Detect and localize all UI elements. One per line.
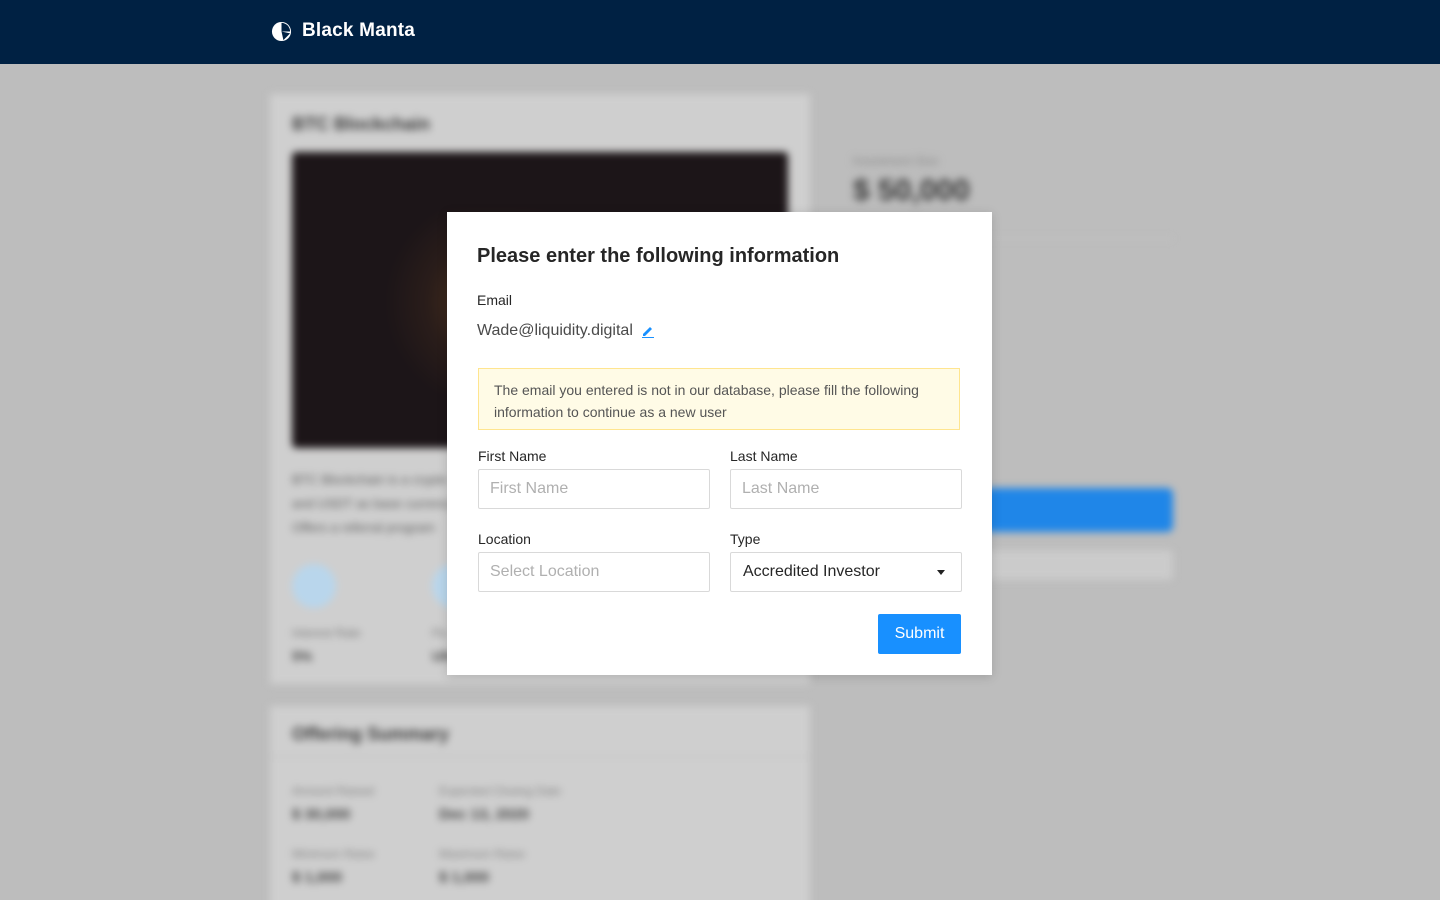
stat-interest-rate: Interest Rate 5% [292,564,372,664]
email-value: Wade@liquidity.digital [477,322,633,339]
brand[interactable]: Black Manta [271,20,415,42]
summary-grid: Amount Raised $ 30,000 Expected Closing … [292,784,619,886]
summary-title: Offering Summary [292,724,450,744]
location-label: Location [478,531,531,547]
brand-name: Black Manta [302,20,416,41]
offering-title: BTC Blockchain [292,114,431,134]
location-select-input[interactable] [479,553,709,591]
invest-button [983,488,1173,532]
email-row: Wade@liquidity.digital [477,322,655,340]
type-select[interactable]: Accredited Investor [730,552,962,592]
first-name-label: First Name [478,448,547,464]
black-manta-logo-icon [271,21,292,41]
modal-title: Please enter the following information [477,245,840,267]
email-label: Email [477,292,513,308]
last-name-label: Last Name [730,448,798,464]
new-user-modal: Please enter the following information E… [447,212,992,675]
not-found-notice: The email you entered is not in our data… [478,368,960,430]
invest-input [983,550,1173,580]
top-navbar: Black Manta [0,0,1440,64]
last-name-input[interactable] [731,470,961,508]
summary-item: Expected Closing Date Dec 13, 2020 [439,784,562,823]
stat-icon [292,564,336,608]
type-label: Type [730,531,761,547]
investment-size-label: Investment Size [853,154,939,168]
caret-down-icon [937,569,945,575]
summary-item: Amount Raised $ 30,000 [292,784,375,823]
summary-divider [270,756,810,757]
last-name-field [730,469,962,509]
submit-button[interactable]: Submit [878,614,961,654]
summary-item: Maximum Raise $ 1,000 [439,847,526,886]
offering-summary-card: Offering Summary Amount Raised $ 30,000 … [270,706,810,900]
pencil-edit-icon[interactable] [641,324,655,338]
first-name-field [478,469,710,509]
investment-size-amount: $ 50,000 [853,174,970,207]
first-name-input[interactable] [479,470,709,508]
type-select-value: Accredited Investor [743,563,880,580]
location-field [478,552,710,592]
summary-item: Minimum Raise $ 1,000 [292,847,375,886]
